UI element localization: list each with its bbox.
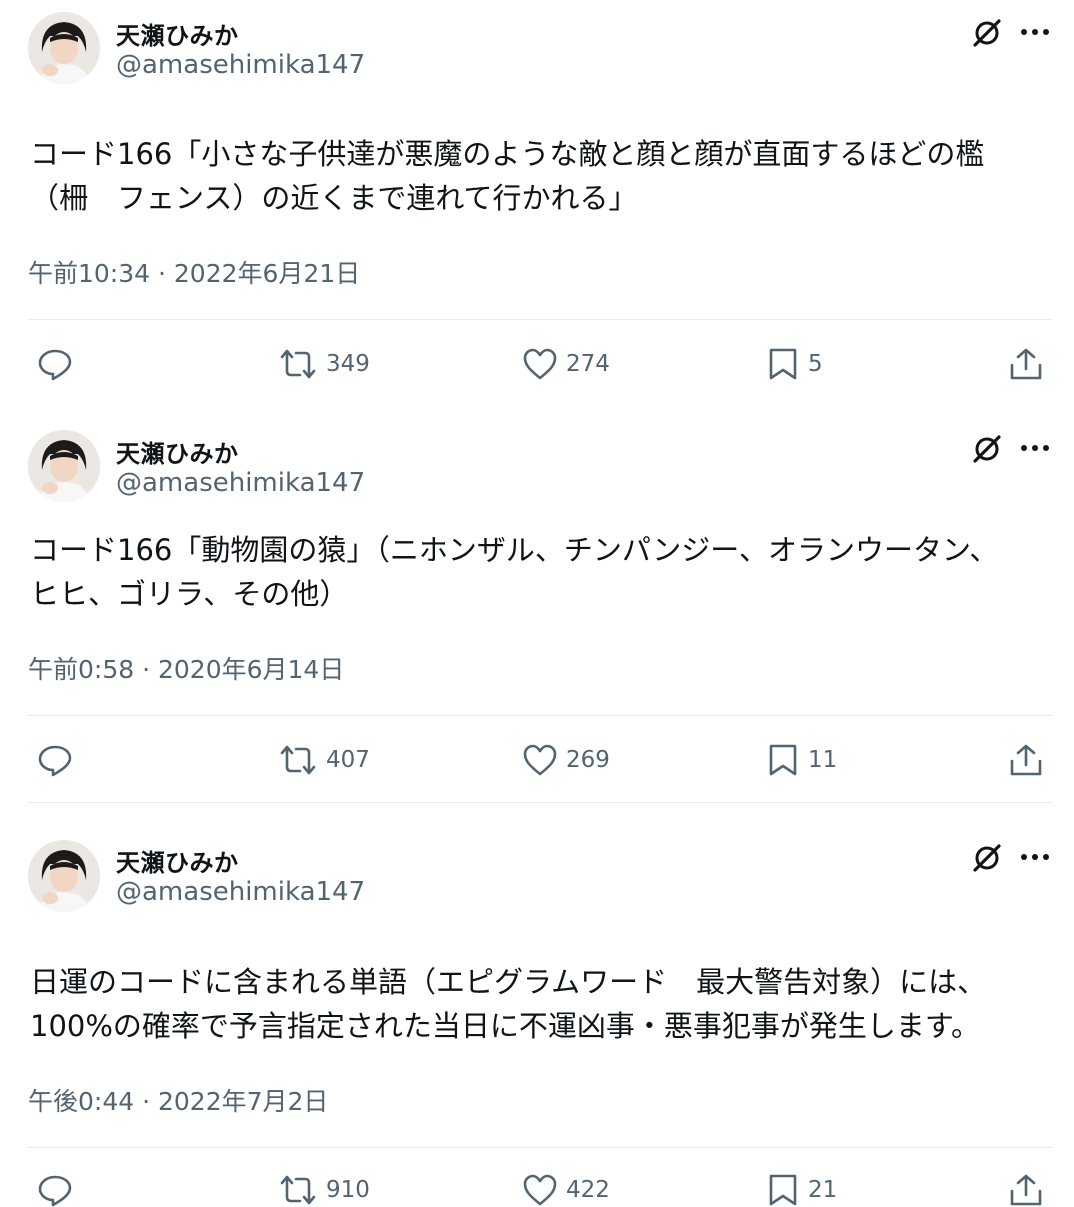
share-button[interactable] bbox=[1008, 347, 1044, 381]
reply-icon bbox=[36, 347, 74, 381]
tweet-text: コード166「動物園の猿」（ニホンザル、チンパンジー、オランウータン、 ヒヒ、ゴ… bbox=[30, 528, 1060, 616]
display-name[interactable]: 天瀬ひみか bbox=[116, 843, 239, 878]
share-icon bbox=[1008, 743, 1044, 777]
retweet-button[interactable]: 407 bbox=[278, 743, 370, 777]
timestamp[interactable]: 午前10:34 · 2022年6月21日 bbox=[28, 254, 360, 290]
retweet-icon bbox=[278, 743, 318, 777]
user-handle[interactable]: @amasehimika147 bbox=[116, 468, 365, 498]
heart-icon bbox=[522, 347, 558, 381]
reply-button[interactable] bbox=[36, 1173, 74, 1207]
timestamp[interactable]: 午前0:58 · 2020年6月14日 bbox=[28, 650, 344, 686]
more-icon[interactable] bbox=[1018, 22, 1052, 42]
retweet-count: 349 bbox=[326, 351, 370, 377]
tweet-text-line: ヒヒ、ゴリラ、その他） bbox=[30, 577, 349, 611]
user-handle[interactable]: @amasehimika147 bbox=[116, 877, 365, 907]
reply-icon bbox=[36, 743, 74, 777]
divider bbox=[28, 715, 1052, 716]
display-name[interactable]: 天瀬ひみか bbox=[116, 16, 239, 51]
avatar[interactable] bbox=[28, 840, 100, 912]
tweet[interactable]: 天瀬ひみか @amasehimika147 コード166「動物園の猿」（ニホンザ… bbox=[0, 400, 1074, 803]
avatar[interactable] bbox=[28, 430, 100, 502]
share-icon bbox=[1008, 347, 1044, 381]
like-button[interactable]: 422 bbox=[522, 1173, 610, 1207]
retweet-icon bbox=[278, 347, 318, 381]
reply-button[interactable] bbox=[36, 347, 74, 381]
retweet-icon bbox=[278, 1173, 318, 1207]
reply-icon bbox=[36, 1173, 74, 1207]
tweet-text-line: 日運のコードに含まれる単語（エピグラムワード 最大警告対象）には、 bbox=[30, 965, 987, 999]
share-button[interactable] bbox=[1008, 743, 1044, 777]
like-count: 269 bbox=[566, 747, 610, 773]
tweet-text-line: コード166「動物園の猿」（ニホンザル、チンパンジー、オランウータン、 bbox=[30, 533, 999, 567]
bookmark-icon bbox=[766, 743, 800, 777]
retweet-button[interactable]: 910 bbox=[278, 1173, 370, 1207]
heart-icon bbox=[522, 743, 558, 777]
bookmark-button[interactable]: 11 bbox=[766, 743, 837, 777]
tweet-text-line: 100%の確率で予言指定された当日に不運凶事・悪事犯事が発生します。 bbox=[30, 1009, 981, 1043]
avatar[interactable] bbox=[28, 12, 100, 84]
bookmark-count: 5 bbox=[808, 351, 823, 377]
tweet-text-line: コード166「小さな子供達が悪魔のような敵と顔と顔が直面するほどの檻 bbox=[30, 137, 985, 171]
share-icon bbox=[1008, 1173, 1044, 1207]
tweet-text: 日運のコードに含まれる単語（エピグラムワード 最大警告対象）には、 100%の確… bbox=[30, 960, 1060, 1048]
grok-icon[interactable] bbox=[970, 841, 1004, 875]
heart-icon bbox=[522, 1173, 558, 1207]
bookmark-count: 11 bbox=[808, 747, 838, 773]
divider bbox=[28, 1147, 1052, 1148]
share-button[interactable] bbox=[1008, 1173, 1044, 1207]
tweet-text: コード166「小さな子供達が悪魔のような敵と顔と顔が直面するほどの檻 （柵 フェ… bbox=[30, 132, 1060, 220]
retweet-count: 910 bbox=[326, 1177, 370, 1203]
user-handle[interactable]: @amasehimika147 bbox=[116, 50, 365, 80]
tweet-text-line: （柵 フェンス）の近くまで連れて行かれる」 bbox=[30, 181, 638, 215]
timestamp[interactable]: 午後0:44 · 2022年7月2日 bbox=[28, 1082, 328, 1118]
retweet-button[interactable]: 349 bbox=[278, 347, 370, 381]
reply-button[interactable] bbox=[36, 743, 74, 777]
like-button[interactable]: 274 bbox=[522, 347, 610, 381]
more-icon[interactable] bbox=[1018, 438, 1052, 458]
like-button[interactable]: 269 bbox=[522, 743, 610, 777]
grok-icon[interactable] bbox=[970, 16, 1004, 50]
bookmark-button[interactable]: 21 bbox=[766, 1173, 837, 1207]
bookmark-icon bbox=[766, 347, 800, 381]
more-icon[interactable] bbox=[1018, 847, 1052, 867]
tweet[interactable]: 天瀬ひみか @amasehimika147 日運のコードに含まれる単語（エピグラ… bbox=[0, 803, 1074, 1207]
display-name[interactable]: 天瀬ひみか bbox=[116, 434, 239, 469]
bookmark-icon bbox=[766, 1173, 800, 1207]
grok-icon[interactable] bbox=[970, 432, 1004, 466]
tweet[interactable]: 天瀬ひみか @amasehimika147 コード166「小さな子供達が悪魔のよ… bbox=[0, 0, 1074, 400]
divider bbox=[28, 319, 1052, 320]
retweet-count: 407 bbox=[326, 747, 370, 773]
like-count: 422 bbox=[566, 1177, 610, 1203]
bookmark-button[interactable]: 5 bbox=[766, 347, 823, 381]
like-count: 274 bbox=[566, 351, 610, 377]
bookmark-count: 21 bbox=[808, 1177, 838, 1203]
